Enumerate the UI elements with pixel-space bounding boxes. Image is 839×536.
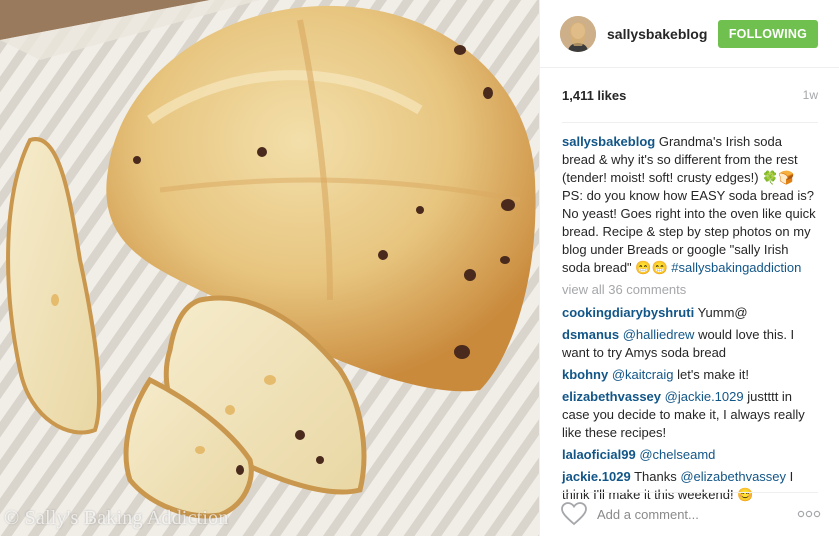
header-username[interactable]: sallysbakeblog (607, 26, 718, 42)
post-photo[interactable]: © Sally's Baking Addiction (0, 0, 539, 536)
caption: sallysbakeblog Grandma's Irish soda brea… (562, 133, 818, 277)
post-footer: Add a comment... (540, 492, 839, 536)
comment-prefix: Thanks (634, 469, 677, 484)
irish-soda-bread-photo (0, 0, 539, 536)
comment-mention[interactable]: @jackie.1029 (665, 389, 744, 404)
comment-item: elizabethvassey @jackie.1029 justttt in … (562, 388, 818, 442)
heart-outline-icon[interactable] (561, 502, 587, 526)
comment-username[interactable]: dsmanus (562, 327, 619, 342)
caption-text: Grandma's Irish soda bread & why it's so… (562, 134, 816, 275)
instagram-post: © Sally's Baking Addiction sallysbakeblo… (0, 0, 839, 536)
post-time[interactable]: 1w (803, 88, 818, 102)
comment-username[interactable]: elizabethvassey (562, 389, 661, 404)
comment-item: lalaoficial99 @chelseamd (562, 446, 818, 464)
post-header: sallysbakeblog FOLLOWING (540, 0, 839, 68)
following-button[interactable]: FOLLOWING (717, 19, 818, 48)
comment-item: kbohny @kaitcraig let's make it! (562, 366, 818, 384)
comment-username[interactable]: lalaoficial99 (562, 447, 636, 462)
view-all-comments-link[interactable]: view all 36 comments (562, 281, 818, 299)
caption-username[interactable]: sallysbakeblog (562, 134, 655, 149)
comment-mention[interactable]: @kaitcraig (612, 367, 674, 382)
photo-watermark: © Sally's Baking Addiction (4, 507, 229, 529)
comment-item: dsmanus @halliedrew would love this. I w… (562, 326, 818, 362)
avatar-icon (560, 15, 596, 52)
avatar[interactable] (560, 15, 596, 52)
comment-item: cookingdiarybyshruti Yumm@ (562, 304, 818, 322)
comment-mention[interactable]: @chelseamd (639, 447, 715, 462)
likes-count[interactable]: 1,411 likes (562, 88, 626, 103)
add-comment-input[interactable]: Add a comment... (597, 507, 797, 522)
comment-username[interactable]: cookingdiarybyshruti (562, 305, 694, 320)
comments-section: sallysbakeblog Grandma's Irish soda brea… (540, 123, 839, 504)
comment-username[interactable]: kbohny (562, 367, 608, 382)
more-options-icon[interactable] (797, 510, 821, 518)
comment-text: let's make it! (677, 367, 749, 382)
post-meta: 1,411 likes 1w (562, 68, 818, 123)
comment-mention[interactable]: @elizabethvassey (680, 469, 786, 484)
comment-text: Yumm@ (697, 305, 748, 320)
caption-hashtag[interactable]: #sallysbakingaddiction (671, 260, 801, 275)
comment-mention[interactable]: @halliedrew (623, 327, 695, 342)
post-side-panel: sallysbakeblog FOLLOWING 1,411 likes 1w … (539, 0, 839, 536)
comment-username[interactable]: jackie.1029 (562, 469, 631, 484)
